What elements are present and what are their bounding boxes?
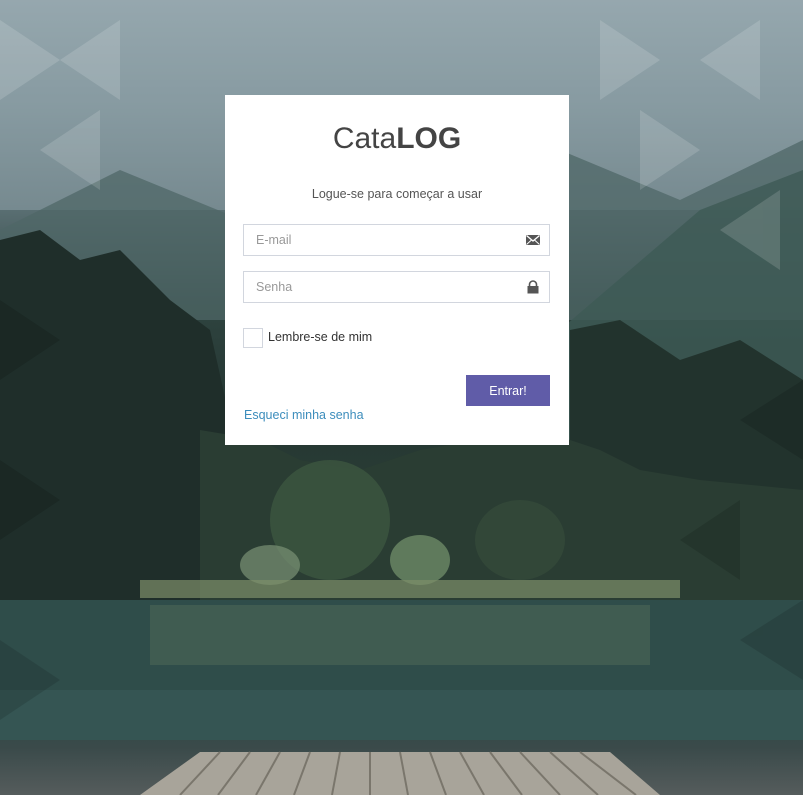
- logo-text-light: Cata: [332, 122, 397, 155]
- password-input[interactable]: [244, 272, 526, 302]
- password-field-wrapper: [243, 271, 550, 303]
- logo-text-bold: LOG: [396, 122, 462, 155]
- forgot-password-link[interactable]: Esqueci minha senha: [244, 408, 364, 422]
- lock-icon: [526, 280, 540, 294]
- app-logo: CataLOG: [225, 115, 569, 163]
- envelope-icon: [526, 233, 540, 247]
- login-card: CataLOG Logue-se para começar a usar Lem…: [225, 95, 569, 445]
- email-field-wrapper: [243, 224, 550, 256]
- email-input[interactable]: [244, 225, 526, 255]
- login-subtitle: Logue-se para começar a usar: [311, 187, 483, 201]
- remember-me-checkbox[interactable]: [243, 328, 263, 348]
- remember-me-label[interactable]: Lembre-se de mim: [268, 330, 372, 344]
- login-submit-button[interactable]: Entrar!: [466, 375, 550, 406]
